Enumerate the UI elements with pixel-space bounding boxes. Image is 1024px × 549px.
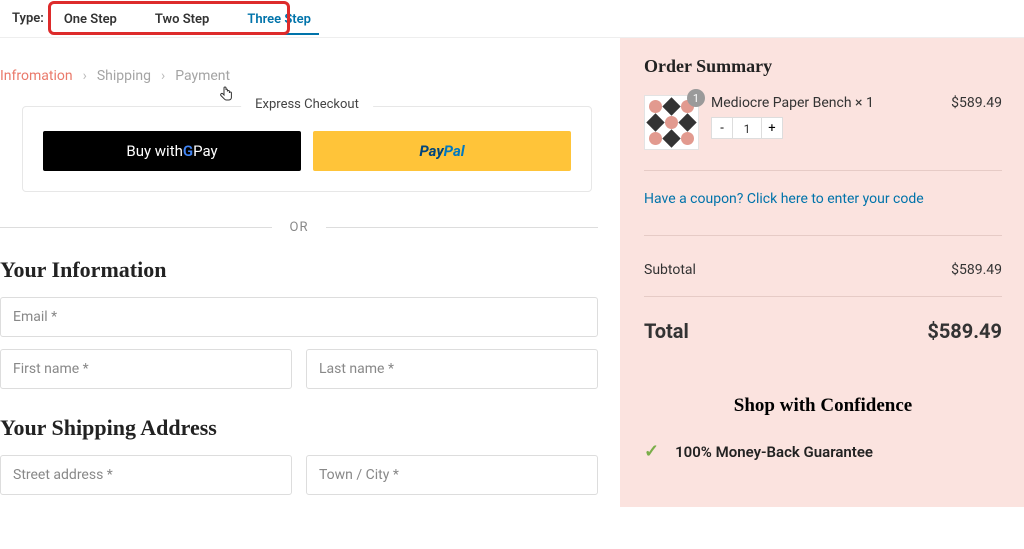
express-checkout-box: Express Checkout Buy with G Pay PayPal xyxy=(22,106,592,192)
subtotal-row: Subtotal $589.49 xyxy=(644,254,1002,297)
tab-two-step[interactable]: Two Step xyxy=(147,2,217,35)
confidence-title: Shop with Confidence xyxy=(644,395,1002,417)
product-name: Mediocre Paper Bench × 1 xyxy=(711,95,939,111)
paypal-pay-text: Pay xyxy=(419,142,443,160)
chevron-right-icon: › xyxy=(161,68,165,84)
tabs-container: One Step Two Step Three Step xyxy=(56,2,319,35)
chevron-right-icon: › xyxy=(83,68,87,84)
order-item-row: 1 Mediocre Paper Bench × 1 - 1 + $589.49 xyxy=(644,95,1002,171)
google-icon: G xyxy=(183,142,193,160)
quantity-minus-button[interactable]: - xyxy=(711,117,733,139)
type-tabs-bar: Type: One Step Two Step Three Step xyxy=(0,0,1024,38)
order-summary-title: Order Summary xyxy=(644,56,1002,77)
paypal-pal-text: Pal xyxy=(444,142,465,160)
total-label: Total xyxy=(644,319,689,343)
street-address-field[interactable] xyxy=(0,455,292,495)
express-checkout-title: Express Checkout xyxy=(241,97,373,112)
page-title-shipping: Your Shipping Address xyxy=(0,415,598,441)
page-title-information: Your Information xyxy=(0,257,598,283)
breadcrumb-information[interactable]: Infromation xyxy=(0,68,73,84)
coupon-link[interactable]: Have a coupon? Click here to enter your … xyxy=(644,191,1002,236)
order-summary-panel: Order Summary 1 Mediocre Paper Bench × 1… xyxy=(620,38,1024,507)
product-thumbnail: 1 xyxy=(644,95,699,150)
breadcrumb: Infromation › Shipping › Payment xyxy=(0,68,598,84)
gpay-prefix: Buy with xyxy=(126,142,183,160)
breadcrumb-shipping[interactable]: Shipping xyxy=(97,68,151,84)
tab-three-step[interactable]: Three Step xyxy=(239,2,319,35)
paypal-button[interactable]: PayPal xyxy=(313,131,571,171)
quantity-plus-button[interactable]: + xyxy=(761,117,783,139)
subtotal-label: Subtotal xyxy=(644,262,696,278)
quantity-badge: 1 xyxy=(687,89,705,107)
tab-one-step[interactable]: One Step xyxy=(56,2,125,35)
guarantee-item: ✓ 100% Money-Back Guarantee xyxy=(644,441,1002,462)
quantity-stepper: - 1 + xyxy=(711,117,939,139)
quantity-value: 1 xyxy=(733,117,761,139)
divider-or: OR xyxy=(0,220,598,235)
cursor-pointer-icon xyxy=(218,86,234,108)
divider-line xyxy=(0,227,272,228)
breadcrumb-payment[interactable]: Payment xyxy=(175,68,230,84)
city-field[interactable] xyxy=(306,455,598,495)
google-pay-button[interactable]: Buy with G Pay xyxy=(43,131,301,171)
subtotal-value: $589.49 xyxy=(951,262,1002,278)
type-label: Type: xyxy=(12,11,44,26)
total-value: $589.49 xyxy=(927,319,1002,343)
guarantee-text: 100% Money-Back Guarantee xyxy=(675,443,873,461)
confidence-section: Shop with Confidence ✓ 100% Money-Back G… xyxy=(644,395,1002,462)
last-name-field[interactable] xyxy=(306,349,598,389)
divider-line xyxy=(326,227,598,228)
checkmark-icon: ✓ xyxy=(644,441,659,462)
checkout-form: Infromation › Shipping › Payment Express… xyxy=(0,38,620,507)
gpay-suffix: Pay xyxy=(193,142,218,160)
total-row: Total $589.49 xyxy=(644,311,1002,351)
email-field[interactable] xyxy=(0,297,598,337)
first-name-field[interactable] xyxy=(0,349,292,389)
product-price: $589.49 xyxy=(951,95,1002,150)
or-label: OR xyxy=(290,220,309,235)
